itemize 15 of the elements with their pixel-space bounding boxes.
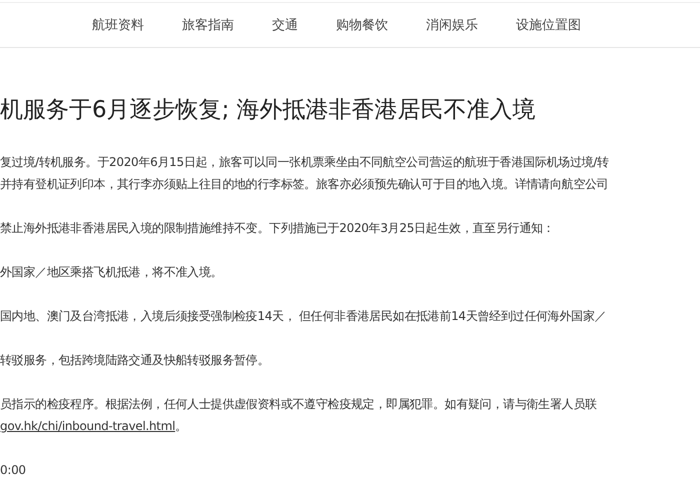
paragraph: 外国家／地区乘搭飞机抵港，将不准入境。 bbox=[0, 264, 224, 281]
paragraph: 复过境/转机服务。于2020年6月15日起，旅客可以同一张机票乘坐由不同航空公司营运的航班于香港国际机场过境/转 并持有登机证列印本，其行李亦须贴上往目的地的行李标签。旅客亦必须预先确认可于目的地入境。详情请向航空公司 bbox=[0, 154, 610, 193]
paragraph: 员指示的检疫程序。根据法例，任何人士提供虚假资料或不遵守检疫规定，即属犯罪。如有疑问，请与衛生署人员联 gov.hk/chi/inbound-travel.html。 bbox=[0, 396, 598, 435]
nav-link[interactable]: 购物餐饮 bbox=[336, 16, 388, 34]
nav-link[interactable]: 航班资料 bbox=[92, 16, 144, 34]
nav-link[interactable]: 消闲娱乐 bbox=[426, 16, 478, 34]
website-link[interactable]: gov.hk/chi/inbound-travel.html bbox=[0, 419, 176, 433]
paragraph: 禁止海外抵港非香港居民入境的限制措施维持不变。下列措施已于2020年3月25日起生效，直至另行通知： bbox=[0, 220, 556, 237]
nav-link[interactable]: 交通 bbox=[272, 16, 298, 34]
nav-link[interactable]: 旅客指南 bbox=[182, 16, 234, 34]
paragraph: 转驳服务，包括跨境陆路交通及快船转驳服务暂停。 bbox=[0, 352, 270, 369]
paragraph: 国内地、澳门及台湾抵港，入境后须接受强制检疫14天， 但任何非香港居民如在抵港前14天曾经到过任何海外国家／ bbox=[0, 308, 608, 325]
nav-link[interactable]: 设施位置图 bbox=[516, 16, 581, 34]
page-title: 机服务于6月逐步恢复; 海外抵港非香港居民不准入境 bbox=[0, 96, 537, 125]
paragraph: 0:00 bbox=[0, 462, 27, 479]
